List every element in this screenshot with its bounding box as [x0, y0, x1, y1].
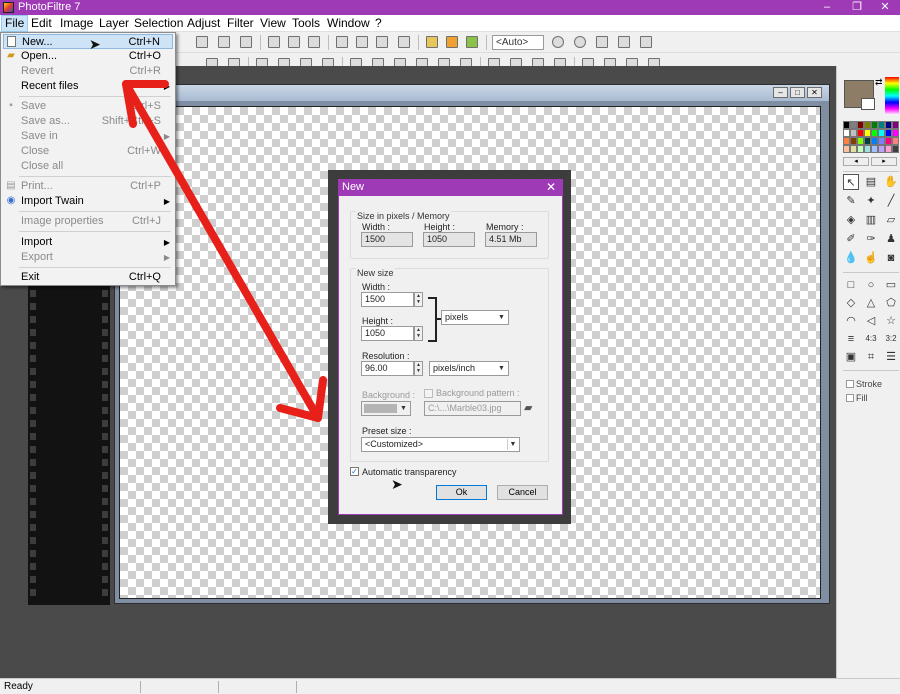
- annotation-arrow: [122, 80, 327, 422]
- arrow-shaft: [122, 80, 322, 422]
- mouse-cursor-icon: ➤: [89, 36, 101, 52]
- mouse-cursor-icon: ➤: [391, 476, 403, 492]
